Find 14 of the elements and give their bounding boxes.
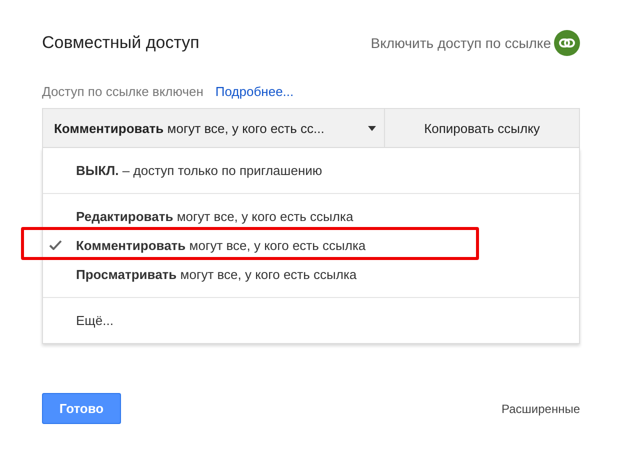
menu-option[interactable]: Комментировать могут все, у кого есть ссылка xyxy=(43,231,579,260)
menu-option[interactable]: Просматривать могут все, у кого есть ссылка xyxy=(43,260,579,289)
access-dropdown[interactable]: Комментировать могут все, у кого есть сс... xyxy=(43,109,385,147)
advanced-link[interactable]: Расширенные xyxy=(501,402,580,416)
status-text: Доступ по ссылке включен xyxy=(42,84,204,98)
link-icon[interactable] xyxy=(554,30,580,56)
menu-option[interactable]: ВЫКЛ. – доступ только по приглашению xyxy=(43,156,579,185)
learn-more-link[interactable]: Подробнее... xyxy=(215,84,294,98)
link-sharing-label: Включить доступ по ссылке xyxy=(370,35,551,51)
caret-icon xyxy=(368,126,376,130)
menu-option[interactable]: Редактировать могут все, у кого есть ссылка xyxy=(43,202,579,231)
dialog-title: Совместный доступ xyxy=(42,33,200,53)
menu-option[interactable]: Ещё... xyxy=(43,306,579,335)
copy-link-button[interactable]: Копировать ссылку xyxy=(385,109,579,147)
